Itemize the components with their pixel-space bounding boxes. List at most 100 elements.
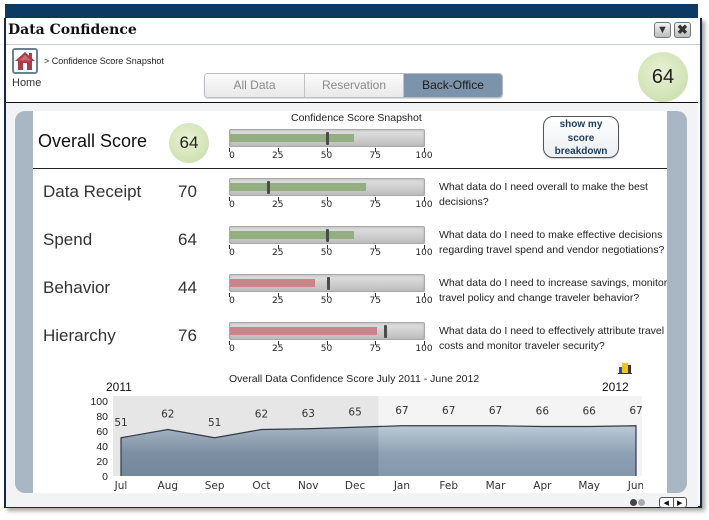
tab-back-office[interactable]: Back-Office (404, 74, 502, 97)
axis-tick-label: 25 (272, 248, 284, 258)
axis-tick-label: 0 (229, 151, 235, 161)
data-label: 66 (536, 406, 550, 418)
category-question: What data do I need overall to make the … (439, 181, 648, 208)
axis-tick-label: 0 (229, 344, 235, 354)
bar-target-marker (267, 181, 271, 194)
x-tick-label: Nov (298, 480, 319, 491)
overall-score-label: Overall Score (38, 131, 148, 151)
data-label: 65 (348, 406, 361, 418)
close-icon: ✖ (677, 22, 688, 37)
area-fill-2012 (378, 425, 636, 476)
axis-tick-label: 0 (229, 296, 235, 306)
axis-tick-label: 50 (320, 151, 333, 161)
snapshot-title: Confidence Score Snapshot (291, 112, 422, 124)
chevron-down-icon: ▼ (657, 24, 668, 36)
tab-all-data[interactable]: All Data (205, 74, 305, 97)
bar-value-fill (230, 279, 316, 287)
confidence-area-chart: 51 Jul 62 Aug 51 Sep 62 Oct 63 Nov 65 Dec 67 Jan 67 Feb… (90, 396, 643, 491)
data-tabs: All Data Reservation Back-Office (204, 73, 503, 98)
category-question: What data do I need to make effective de… (439, 229, 665, 256)
x-tick-label: Jan (393, 480, 410, 491)
category-axis: 0 25 50 75 100 (229, 341, 433, 357)
axis-tick-label: 100 (415, 151, 433, 161)
data-label: 67 (442, 405, 455, 417)
category-label: Behavior (43, 278, 111, 297)
axis-tick-label: 100 (415, 200, 433, 210)
category-bullet-bar (229, 226, 425, 244)
y-tick-label: 60 (96, 426, 108, 438)
bar-target-marker (327, 277, 331, 290)
home-link[interactable]: Home (12, 77, 41, 89)
category-bullet-bar (229, 274, 425, 292)
page-dot[interactable] (638, 499, 645, 506)
close-button[interactable]: ✖ (674, 22, 691, 38)
tab-reservation[interactable]: Reservation (305, 74, 404, 97)
category-bullet-bar (229, 178, 425, 196)
axis-tick-label: 25 (272, 151, 284, 161)
prev-page-button[interactable]: ◀ (660, 498, 674, 507)
y-tick-label: 0 (102, 471, 108, 483)
axis-tick-label: 75 (369, 200, 381, 210)
home-icon (15, 52, 35, 70)
breakdown-button-line: breakdown (554, 146, 608, 157)
y-tick-label: 40 (96, 441, 108, 453)
pager-arrows: ◀ ▶ (659, 497, 687, 508)
window-title: Data Confidence (8, 22, 137, 38)
data-label: 63 (302, 408, 315, 420)
overall-score-badge: 64 (169, 123, 209, 163)
next-page-button[interactable]: ▶ (674, 498, 687, 507)
axis-tick-label: 25 (272, 200, 284, 210)
score-panel: Overall Score 64 Confidence Score Snapsh… (15, 111, 687, 493)
category-score: 64 (178, 230, 197, 249)
axis-tick-label: 25 (272, 344, 284, 354)
axis-tick-label: 100 (415, 248, 433, 258)
overall-bullet-bar (229, 129, 425, 147)
bar-target-marker (325, 132, 329, 145)
home-button[interactable] (12, 48, 38, 74)
area-fill-2011 (121, 426, 379, 476)
axis-tick-label: 100 (415, 344, 433, 354)
minimize-button[interactable]: ▼ (654, 22, 671, 38)
axis-tick-label: 75 (369, 248, 381, 258)
category-score: 44 (178, 278, 197, 297)
chart-title: Overall Data Confidence Score July 2011 … (229, 373, 480, 385)
category-axis: 0 25 50 75 100 (229, 293, 433, 309)
x-tick-label: Apr (533, 480, 552, 491)
bar-target-marker (383, 325, 387, 338)
data-label: 66 (582, 406, 596, 418)
x-tick-label: Oct (252, 480, 270, 491)
overall-score-value: 64 (179, 133, 199, 152)
data-label: 67 (395, 405, 408, 417)
data-confidence-window: Data Confidence ▼ ✖ > Confidence Score S… (4, 18, 702, 508)
breadcrumb: > Confidence Score Snapshot (44, 56, 164, 66)
category-score: 76 (178, 326, 197, 345)
axis-tick-label: 0 (229, 200, 235, 210)
bar-chart-icon[interactable] (617, 361, 633, 375)
breakdown-button-line: show my (559, 119, 603, 130)
category-question: What data do I need to effectively attri… (439, 325, 665, 352)
bar-value-fill (230, 327, 378, 335)
x-tick-label: Jun (627, 480, 643, 491)
category-label: Data Receipt (43, 182, 142, 201)
x-tick-label: Aug (158, 480, 179, 491)
axis-tick-label: 75 (369, 296, 381, 306)
score-panel-body: Overall Score 64 Confidence Score Snapsh… (33, 111, 667, 493)
header-score-badge: 64 (638, 52, 688, 102)
x-tick-label: Feb (439, 480, 458, 491)
x-tick-label: Sep (205, 480, 225, 491)
axis-tick-label: 50 (320, 200, 333, 210)
x-tick-label: May (578, 480, 600, 491)
data-label: 67 (489, 405, 502, 417)
page-dot-active[interactable] (630, 499, 637, 506)
y-tick-label: 20 (96, 456, 108, 468)
category-axis: 0 25 50 75 100 (229, 245, 433, 261)
axis-tick-label: 25 (272, 296, 284, 306)
x-tick-label: Dec (345, 480, 366, 491)
x-tick-label: Mar (486, 480, 506, 491)
header-score-value: 64 (651, 65, 675, 88)
axis-tick-label: 75 (369, 151, 381, 161)
x-tick-label: Jul (114, 480, 128, 491)
show-score-breakdown-button[interactable]: show my score breakdown (543, 116, 619, 158)
overall-divider (33, 168, 667, 169)
category-question: What data do I need to increase savings,… (439, 277, 668, 304)
